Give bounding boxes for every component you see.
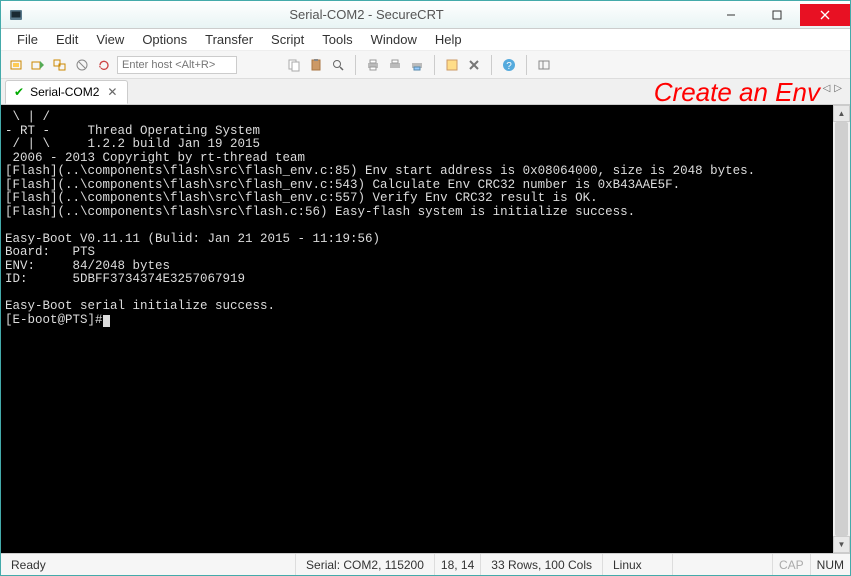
titlebar: Serial-COM2 - SecureCRT [1,1,850,29]
app-icon [1,8,25,22]
tab-close-icon[interactable]: ✕ [105,85,119,99]
minimize-button[interactable] [708,4,754,26]
menu-script[interactable]: Script [263,30,312,49]
status-cap: CAP [773,554,811,575]
help-icon[interactable]: ? [500,56,518,74]
scroll-up-icon[interactable]: ▲ [833,105,850,122]
app-window: Serial-COM2 - SecureCRT File Edit View O… [0,0,851,576]
connected-icon: ✔ [14,85,24,99]
separator [526,55,527,75]
terminal-area: \ | / - RT - Thread Operating System / |… [1,105,850,553]
print-icon[interactable] [364,56,382,74]
terminal[interactable]: \ | / - RT - Thread Operating System / |… [1,105,833,553]
quick-connect-icon[interactable] [29,56,47,74]
disconnect-icon[interactable] [73,56,91,74]
window-buttons [708,4,850,26]
tab-serial-com2[interactable]: ✔ Serial-COM2 ✕ [5,80,128,104]
separator [491,55,492,75]
scroll-down-icon[interactable]: ▼ [833,536,850,553]
statusbar: Ready Serial: COM2, 115200 18, 14 33 Row… [1,553,850,575]
status-spacer [673,554,773,575]
separator [434,55,435,75]
reconnect-icon[interactable] [51,56,69,74]
session-options-icon[interactable] [443,56,461,74]
window-title: Serial-COM2 - SecureCRT [25,7,708,22]
tab-label: Serial-COM2 [30,85,99,99]
status-encoding: Linux [603,554,673,575]
menu-edit[interactable]: Edit [48,30,86,49]
toggle-panel-icon[interactable] [535,56,553,74]
annotation-overlay: Create an Env [654,77,820,108]
menu-transfer[interactable]: Transfer [197,30,261,49]
close-button[interactable] [800,4,850,26]
scroll-thumb[interactable] [835,122,848,536]
menubar: File Edit View Options Transfer Script T… [1,29,850,51]
menu-file[interactable]: File [9,30,46,49]
menu-window[interactable]: Window [363,30,425,49]
scroll-track[interactable] [833,122,850,536]
status-num: NUM [811,554,850,575]
print-screen-icon[interactable] [386,56,404,74]
toolbar: ? [1,51,850,79]
menu-tools[interactable]: Tools [314,30,360,49]
status-ready: Ready [1,554,296,575]
maximize-button[interactable] [754,4,800,26]
find-icon[interactable] [329,56,347,74]
tab-nav: ◁ ▷ [821,83,844,94]
reconnect-all-icon[interactable] [95,56,113,74]
tools-icon[interactable] [465,56,483,74]
paste-icon[interactable] [307,56,325,74]
scrollbar[interactable]: ▲ ▼ [833,105,850,553]
tab-next-icon[interactable]: ▷ [832,83,844,94]
status-term-size: 33 Rows, 100 Cols [481,554,603,575]
menu-help[interactable]: Help [427,30,470,49]
copy-icon[interactable] [285,56,303,74]
status-serial: Serial: COM2, 115200 [296,554,435,575]
status-cursor-pos: 18, 14 [435,554,481,575]
host-input[interactable] [117,56,237,74]
menu-options[interactable]: Options [134,30,195,49]
tabbar: ✔ Serial-COM2 ✕ Create an Env ◁ ▷ [1,79,850,105]
connect-icon[interactable] [7,56,25,74]
separator [355,55,356,75]
menu-view[interactable]: View [88,30,132,49]
tab-prev-icon[interactable]: ◁ [821,83,833,94]
log-session-icon[interactable] [408,56,426,74]
svg-text:?: ? [506,61,512,72]
